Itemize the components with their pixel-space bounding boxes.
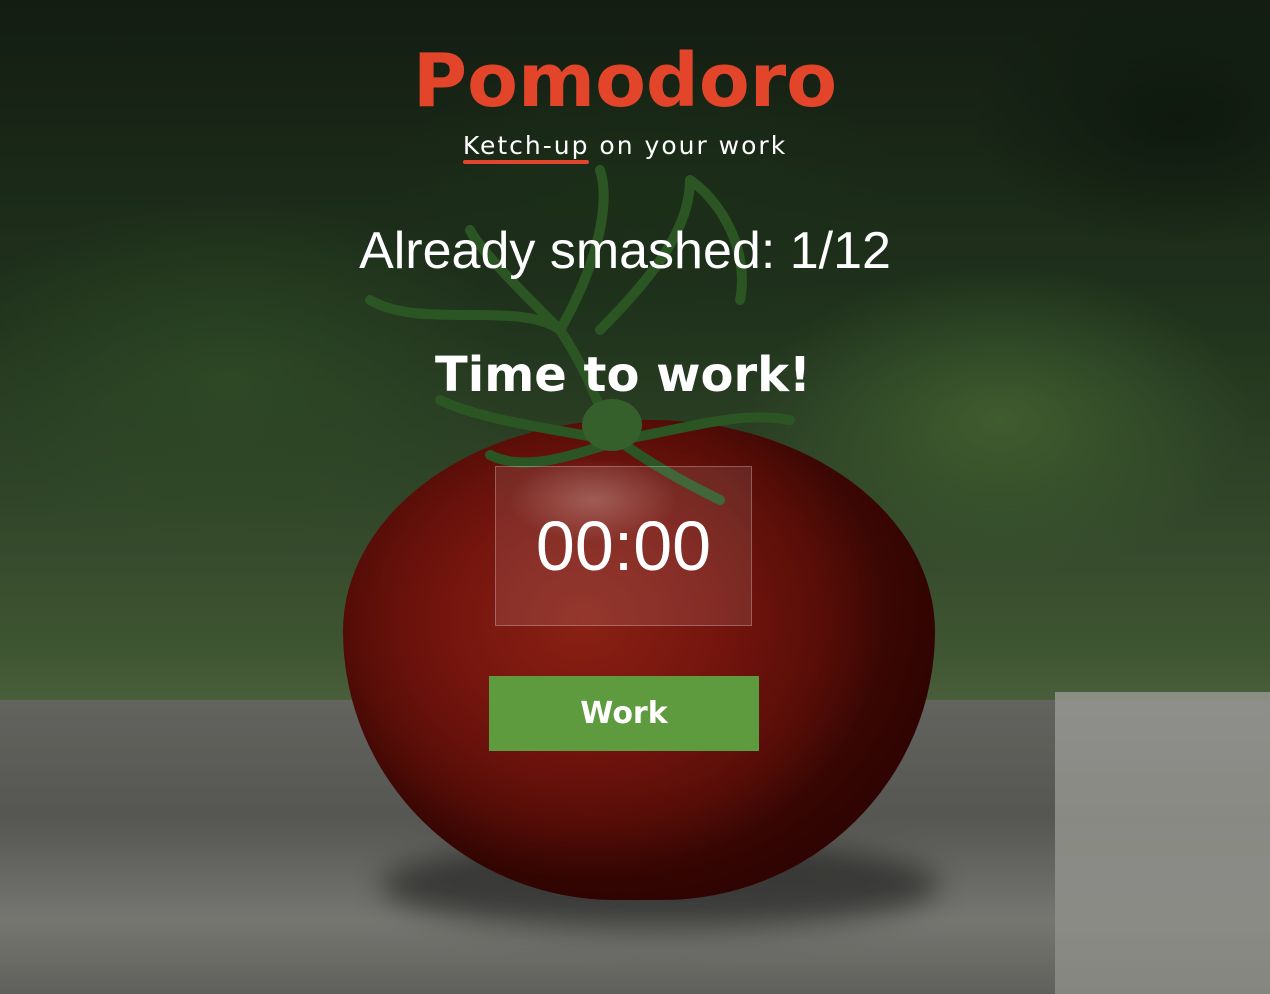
pomodoro-app: Pomodoro Ketch-up on your work Already s… (0, 0, 1270, 994)
tagline-rest: on your work (589, 131, 788, 160)
tagline-highlight: Ketch-up (462, 131, 590, 164)
phase-heading: Time to work! (435, 347, 811, 403)
timer-display: 00:00 (535, 507, 712, 585)
app-tagline: Ketch-up on your work (0, 130, 1250, 164)
work-button[interactable]: Work (489, 676, 759, 751)
app-title: Pomodoro (412, 38, 838, 124)
smashed-counter: Already smashed: 1/12 (359, 222, 891, 280)
